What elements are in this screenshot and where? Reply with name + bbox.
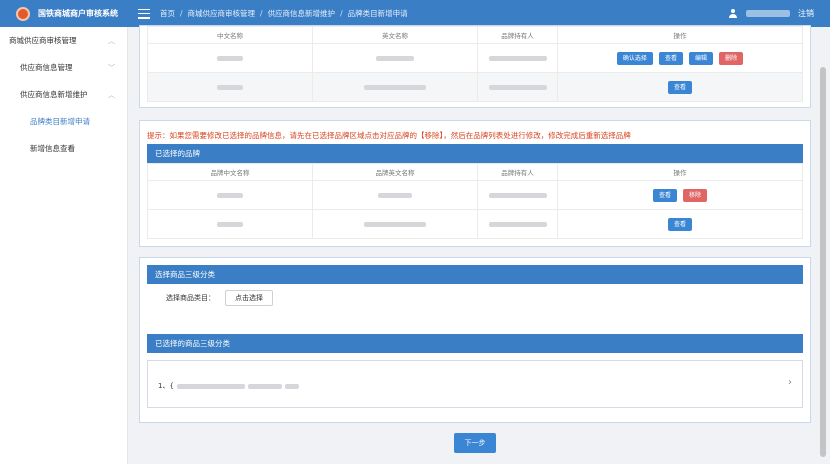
selected-category-box[interactable]: 1、{ › — [147, 360, 803, 408]
click-select-button[interactable]: 点击选择 — [225, 290, 273, 306]
table-actions: 查看 — [557, 72, 803, 102]
category-field-label: 选择商品类目： — [166, 294, 215, 302]
chevron-right-icon[interactable]: › — [788, 377, 792, 388]
column-header: 英文名称 — [312, 26, 478, 44]
breadcrumb-separator: / — [260, 9, 263, 18]
table-cell-redacted — [477, 72, 558, 102]
user-area: 注销 — [728, 0, 814, 27]
table-cell-redacted — [147, 180, 313, 210]
table-row: 查看 — [147, 72, 803, 102]
view-button[interactable]: 查看 — [652, 188, 677, 202]
table-cell-redacted — [147, 72, 313, 102]
remove-button[interactable]: 移除 — [683, 188, 708, 202]
table-header-row: 中文名称 英文名称 品牌持有人 操作 — [147, 26, 803, 44]
table-cell-redacted — [477, 43, 558, 73]
table-actions: 确认选择 查看 编辑 删除 — [557, 43, 803, 73]
brand-list-panel: 中文名称 英文名称 品牌持有人 操作 确认选择 查看 编辑 删除 查看 — [139, 25, 811, 108]
menu-toggle-icon[interactable] — [138, 8, 150, 19]
logout-link[interactable]: 注销 — [798, 8, 814, 19]
chevron-down-icon: ﹀ — [108, 63, 115, 72]
category-panel: 选择商品三级分类 选择商品类目： 点击选择 已选择的商品三级分类 1、{ › — [139, 257, 811, 423]
top-bar: 国铁商城商户审核系统 首页 / 商城供应商审核管理 / 供应商信息新增维护 / … — [0, 0, 830, 27]
sidebar-item-label: 商城供应商审核管理 — [9, 36, 77, 45]
table-cell-redacted — [312, 43, 478, 73]
sidebar-item-audit-management[interactable]: 商城供应商审核管理 ︿ — [0, 27, 127, 54]
breadcrumb-audit-management[interactable]: 商城供应商审核管理 — [188, 8, 256, 19]
breadcrumb-home[interactable]: 首页 — [160, 8, 175, 19]
edit-button[interactable]: 编辑 — [689, 51, 714, 65]
next-step-button[interactable]: 下一步 — [454, 433, 496, 453]
brand-table: 中文名称 英文名称 品牌持有人 操作 确认选择 查看 编辑 删除 查看 — [147, 26, 803, 102]
sidebar-item-label: 供应商信息新增维护 — [20, 90, 88, 99]
table-actions: 查看 移除 — [557, 180, 803, 210]
user-icon — [728, 8, 738, 19]
table-header-row: 品牌中文名称 品牌英文名称 品牌持有人 操作 — [147, 163, 803, 181]
sidebar-item-brand-category-apply[interactable]: 品牌类目新增申请 — [0, 108, 127, 135]
column-header: 品牌英文名称 — [312, 163, 478, 181]
sidebar-item-label: 品牌类目新增申请 — [30, 117, 90, 126]
table-actions: 查看 — [557, 209, 803, 239]
table-cell-redacted — [312, 209, 478, 239]
app-title: 国铁商城商户审核系统 — [38, 9, 118, 18]
sidebar-item-supplier-maintenance[interactable]: 供应商信息新增维护 ︿ — [0, 81, 127, 108]
table-row: 查看 移除 — [147, 180, 803, 210]
column-header: 中文名称 — [147, 26, 313, 44]
selected-category-title: 已选择的商品三级分类 — [147, 334, 803, 353]
selected-brands-panel: 提示：如果您需要修改已选择的品牌信息，请先在已选择品牌区域点击对应品牌的【移除】… — [139, 120, 811, 247]
breadcrumb-current: 品牌类目新增申请 — [347, 9, 408, 18]
table-cell-redacted — [147, 43, 313, 73]
sidebar-item-label: 供应商信息管理 — [20, 63, 73, 72]
chevron-up-icon: ︿ — [108, 36, 115, 45]
category-item-redacted — [176, 383, 245, 389]
sidebar-item-new-info-view[interactable]: 新增信息查看 — [0, 135, 127, 162]
column-header: 品牌持有人 — [477, 26, 558, 44]
table-cell-redacted — [147, 209, 313, 239]
scrollbar[interactable] — [820, 67, 826, 457]
view-button[interactable]: 查看 — [667, 217, 692, 231]
selected-brands-table: 品牌中文名称 品牌英文名称 品牌持有人 操作 查看 移除 查看 — [147, 163, 803, 239]
sidebar-item-label: 新增信息查看 — [30, 144, 75, 153]
sidebar-item-supplier-info[interactable]: 供应商信息管理 ﹀ — [0, 54, 127, 81]
column-header: 操作 — [557, 26, 803, 44]
table-row: 查看 — [147, 209, 803, 239]
table-cell-redacted — [477, 209, 558, 239]
hint-text: 提示：如果您需要修改已选择的品牌信息，请先在已选择品牌区域点击对应品牌的【移除】… — [147, 131, 631, 140]
table-cell-redacted — [312, 180, 478, 210]
column-header: 品牌持有人 — [477, 163, 558, 181]
view-button[interactable]: 查看 — [658, 51, 683, 65]
view-button[interactable]: 查看 — [667, 80, 692, 94]
sidebar: 商城供应商审核管理 ︿ 供应商信息管理 ﹀ 供应商信息新增维护 ︿ 品牌类目新增… — [0, 27, 128, 464]
category-title: 选择商品三级分类 — [147, 265, 803, 284]
category-item-prefix: 1、{ — [158, 382, 174, 390]
selected-brands-title: 已选择的品牌 — [147, 144, 803, 163]
breadcrumb-separator: / — [340, 9, 343, 18]
breadcrumb-supplier-maintenance[interactable]: 供应商信息新增维护 — [268, 8, 336, 19]
category-item: 1、{ — [158, 381, 299, 391]
logo-icon — [16, 6, 30, 21]
breadcrumb-separator: / — [180, 9, 183, 18]
category-item-redacted — [247, 383, 282, 389]
category-item-redacted — [284, 383, 299, 389]
confirm-select-button[interactable]: 确认选择 — [616, 51, 653, 65]
brand: 国铁商城商户审核系统 — [0, 0, 128, 27]
main-content: 中文名称 英文名称 品牌持有人 操作 确认选择 查看 编辑 删除 查看 提示：如… — [129, 25, 830, 464]
table-row: 确认选择 查看 编辑 删除 — [147, 43, 803, 73]
chevron-up-icon: ︿ — [108, 90, 115, 99]
table-cell-redacted — [477, 180, 558, 210]
column-header: 品牌中文名称 — [147, 163, 313, 181]
delete-button[interactable]: 删除 — [719, 51, 744, 65]
category-select-row: 选择商品类目： 点击选择 — [166, 290, 273, 306]
table-cell-redacted — [312, 72, 478, 102]
column-header: 操作 — [557, 163, 803, 181]
user-name-redacted — [746, 10, 790, 17]
breadcrumb: 首页 / 商城供应商审核管理 / 供应商信息新增维护 / 品牌类目新增申请 — [160, 8, 408, 19]
